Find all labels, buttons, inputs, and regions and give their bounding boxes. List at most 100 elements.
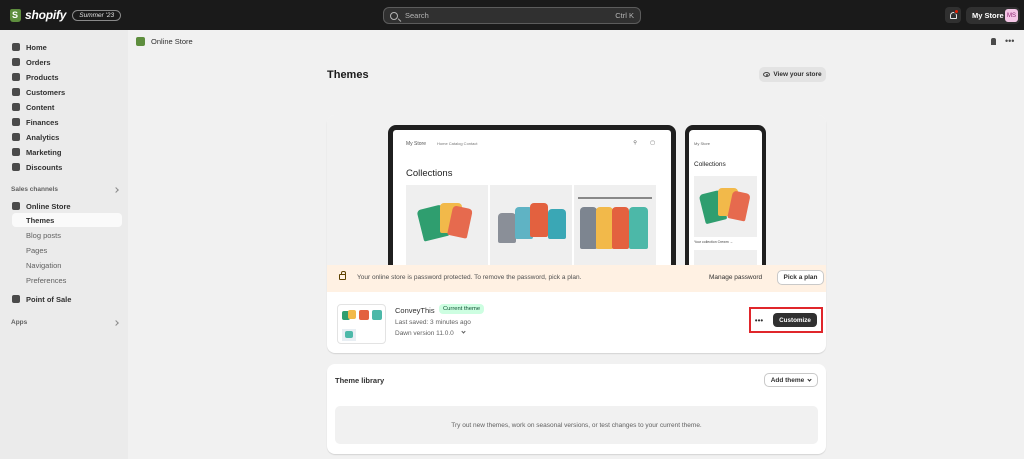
- content-icon: [12, 103, 20, 111]
- search-shortcut: Ctrl K: [615, 11, 634, 20]
- breadcrumb[interactable]: Online Store: [136, 37, 193, 46]
- sidebar-item-customers[interactable]: Customers: [6, 85, 122, 99]
- store-icon: [12, 202, 20, 210]
- last-saved-text: Last saved: 3 minutes ago: [395, 319, 471, 326]
- apps-label: Apps: [11, 319, 28, 326]
- tag-icon: [12, 73, 20, 81]
- theme-library-empty-state: Try out new themes, work on seasonal ver…: [335, 406, 818, 444]
- mobile-preview: My Store Collections Your collection Cre…: [685, 125, 766, 275]
- sidebar-subitem-navigation[interactable]: Navigation: [26, 261, 61, 270]
- thumbnail-shirt: [345, 331, 353, 338]
- theme-version[interactable]: Dawn version 11.0.0: [395, 330, 454, 337]
- sales-channels-label: Sales channels: [11, 186, 58, 193]
- current-theme-badge: Current theme: [439, 304, 485, 314]
- current-theme-card: My Store Home Catalog Contact ⚲ ▢ Collec…: [327, 115, 826, 353]
- pick-plan-button[interactable]: Pick a plan: [777, 270, 824, 285]
- lock-icon: [339, 271, 346, 280]
- sidebar-item-products[interactable]: Products: [6, 70, 122, 84]
- notification-dot: [954, 9, 959, 14]
- theme-thumbnail[interactable]: [337, 304, 386, 344]
- shirt-image: [580, 207, 597, 249]
- mobile-preview-screen: My Store Collections Your collection Cre…: [689, 130, 762, 270]
- chevron-down-icon[interactable]: [461, 329, 466, 334]
- desktop-preview: My Store Home Catalog Contact ⚲ ▢ Collec…: [388, 125, 676, 275]
- view-store-button[interactable]: View your store: [759, 67, 826, 82]
- collection-tile: [694, 176, 757, 237]
- sidebar-subitem-pages[interactable]: Pages: [26, 246, 47, 255]
- preview-collections-title: Collections: [694, 161, 726, 168]
- shopify-bag-icon: [10, 8, 21, 22]
- pos-icon: [12, 295, 20, 303]
- home-icon: [12, 43, 20, 51]
- sidebar-item-label: Content: [26, 102, 55, 112]
- sidebar-item-label: Marketing: [26, 147, 62, 157]
- sidebar-item-label: Online Store: [26, 201, 71, 211]
- sidebar: Home Orders Products Customers Content F…: [0, 30, 128, 459]
- online-store-icon: [136, 37, 145, 46]
- password-banner: Your online store is password protected.…: [327, 265, 826, 292]
- sidebar-item-point-of-sale[interactable]: Point of Sale: [6, 292, 122, 306]
- sidebar-item-marketing[interactable]: Marketing: [6, 145, 122, 159]
- preview-store-name: My Store: [406, 141, 427, 147]
- sidebar-item-content[interactable]: Content: [6, 100, 122, 114]
- theme-library-card: Theme library Add theme Try out new them…: [327, 364, 826, 454]
- add-theme-button[interactable]: Add theme: [764, 373, 818, 387]
- notifications-button[interactable]: [945, 7, 961, 23]
- customize-button[interactable]: Customize: [773, 313, 817, 327]
- sidebar-item-discounts[interactable]: Discounts: [6, 160, 122, 174]
- sidebar-item-online-store[interactable]: Online Store: [6, 199, 122, 213]
- shirt-image: [498, 213, 516, 243]
- hanger-rail: [578, 197, 652, 199]
- sales-channels-header[interactable]: Sales channels: [11, 186, 123, 193]
- orders-icon: [12, 58, 20, 66]
- sidebar-subitem-blog-posts[interactable]: Blog posts: [26, 231, 61, 240]
- more-actions-icon[interactable]: •••: [1005, 36, 1014, 46]
- discount-icon: [12, 163, 20, 171]
- eye-icon: [763, 72, 771, 77]
- collection-tile: [406, 185, 488, 265]
- chevron-down-icon: [807, 376, 812, 382]
- thumbnail-shirt: [359, 310, 369, 320]
- preview-header-icons: ⚲ ▢: [633, 140, 661, 146]
- sidebar-subitem-themes[interactable]: Themes: [12, 213, 122, 227]
- empty-state-text: Try out new themes, work on seasonal ver…: [451, 421, 702, 429]
- thumbnail-shirt: [372, 310, 382, 320]
- desktop-preview-screen: My Store Home Catalog Contact ⚲ ▢ Collec…: [393, 130, 671, 270]
- store-menu-button[interactable]: My Store MS: [966, 7, 1020, 24]
- sidebar-item-orders[interactable]: Orders: [6, 55, 122, 69]
- bar-chart-icon: [12, 133, 20, 141]
- sidebar-item-analytics[interactable]: Analytics: [6, 130, 122, 144]
- search-placeholder: Search: [405, 11, 429, 20]
- manage-password-link[interactable]: Manage password: [709, 274, 762, 281]
- thumbnail-shirt: [348, 310, 356, 319]
- edition-badge[interactable]: Summer '23: [72, 9, 122, 21]
- shirt-image: [629, 207, 648, 249]
- collection-tile: [490, 185, 572, 265]
- theme-preview: My Store Home Catalog Contact ⚲ ▢ Collec…: [327, 115, 826, 275]
- collection-tile: [574, 185, 656, 265]
- sidebar-item-label: Analytics: [26, 132, 60, 142]
- sidebar-item-label: Point of Sale: [26, 294, 72, 304]
- shirt-image: [596, 207, 613, 249]
- apps-header[interactable]: Apps: [11, 319, 123, 326]
- shopify-logo[interactable]: shopify Summer '23: [10, 8, 122, 22]
- shirt-image: [612, 207, 629, 249]
- preview-store-name: My Store: [694, 141, 711, 146]
- sidebar-item-label: Finances: [26, 117, 59, 127]
- top-bar: shopify Summer '23 Search Ctrl K My Stor…: [0, 0, 1024, 30]
- theme-library-title: Theme library: [335, 376, 385, 385]
- sidebar-item-finances[interactable]: Finances: [6, 115, 122, 129]
- more-actions-button[interactable]: •••: [751, 313, 767, 327]
- sidebar-item-label: Discounts: [26, 162, 63, 172]
- avatar: MS: [1005, 9, 1018, 22]
- search-bar[interactable]: Search Ctrl K: [383, 7, 641, 24]
- sidebar-item-label: Orders: [26, 57, 51, 67]
- sidebar-item-home[interactable]: Home: [6, 40, 122, 54]
- store-name: My Store: [972, 11, 1004, 20]
- sidebar-subitem-preferences[interactable]: Preferences: [26, 276, 66, 285]
- pin-icon[interactable]: [991, 38, 996, 45]
- sidebar-item-label: Customers: [26, 87, 66, 97]
- banner-text: Your online store is password protected.…: [357, 274, 582, 281]
- target-icon: [12, 148, 20, 156]
- add-theme-label: Add theme: [770, 376, 805, 384]
